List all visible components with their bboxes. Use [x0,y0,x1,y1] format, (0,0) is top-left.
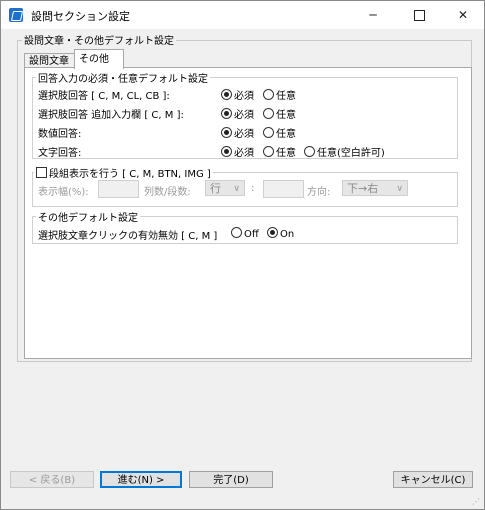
choice-answer-label: 選択肢回答 [ C, M, CL, CB ]: [38,91,170,102]
colon-label: : [251,183,255,194]
extra-input-required-radio[interactable]: 必須 [221,106,254,121]
dialog-window: 設問セクション設定 ─ ✕ 設問文章・その他デフォルト設定 設問文章 その他 回… [0,0,485,510]
direction-select[interactable]: 下→右 ∨ [342,180,408,196]
minimize-button[interactable]: ─ [351,1,395,29]
extra-input-optional-radio[interactable]: 任意 [263,106,296,121]
required-defaults-legend: 回答入力の必須・任意デフォルト設定 [36,70,210,85]
choice-click-label: 選択肢文章クリックの有効無効 [ C, M ] [38,231,218,242]
choice-click-off-radio[interactable]: Off [231,227,259,240]
tab-other[interactable]: その他 [74,49,124,69]
chevron-down-icon: ∨ [396,184,403,194]
choice-extra-input-label: 選択肢回答 追加入力欄 [ C, M ]: [38,110,184,121]
text-optional-radio[interactable]: 任意 [263,144,296,159]
maximize-button[interactable] [397,1,441,29]
other-defaults-legend: その他デフォルト設定 [36,209,140,224]
app-icon [9,8,23,22]
title-bar: 設問セクション設定 ─ ✕ [1,1,484,29]
columns-label: 列数/段数: [144,187,191,198]
column-display-checkbox[interactable] [36,167,47,178]
direction-label: 方向: [307,187,331,198]
width-label: 表示幅(%): [38,187,89,198]
width-input[interactable] [98,180,139,198]
text-optional-blank-radio[interactable]: 任意(空白許可) [304,144,385,159]
numeric-optional-radio[interactable]: 任意 [263,125,296,140]
text-answer-label: 文字回答: [38,148,82,159]
window-title: 設問セクション設定 [31,10,130,23]
maximize-icon [413,10,425,21]
back-button[interactable]: < 戻る(B) [10,471,94,488]
chevron-down-icon: ∨ [233,184,240,194]
numeric-answer-label: 数値回答: [38,129,82,140]
choice-click-on-radio[interactable]: On [267,227,294,240]
column-display-label: 段組表示を行う [ C, M, BTN, IMG ] [49,169,211,180]
columns-select[interactable]: 行 ∨ [205,180,245,196]
settings-group-title: 設問文章・その他デフォルト設定 [22,32,176,47]
choice-required-radio[interactable]: 必須 [221,87,254,102]
resize-grip-icon[interactable]: ⋰ [472,497,482,507]
next-button[interactable]: 進む(N) > [100,471,182,488]
numeric-required-radio[interactable]: 必須 [221,125,254,140]
choice-optional-radio[interactable]: 任意 [263,87,296,102]
close-button[interactable]: ✕ [441,1,485,29]
count-input[interactable] [263,180,304,198]
cancel-button[interactable]: キャンセル(C) [393,471,473,488]
column-display-legend[interactable]: 段組表示を行う [ C, M, BTN, IMG ] [34,165,213,180]
text-required-radio[interactable]: 必須 [221,144,254,159]
finish-button[interactable]: 完了(D) [189,471,273,488]
